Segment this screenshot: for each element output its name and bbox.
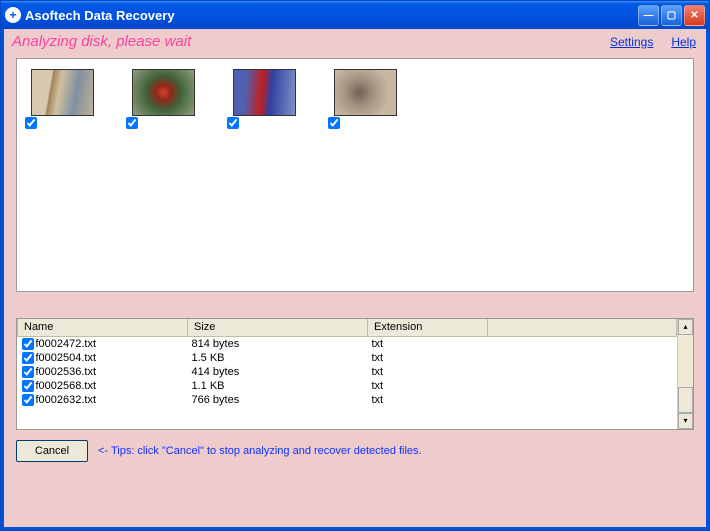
scroll-thumb[interactable]: [678, 387, 693, 413]
file-size: 766 bytes: [188, 393, 368, 407]
table-header-row: Name Size Extension: [18, 319, 677, 336]
thumbnail-image[interactable]: [132, 69, 195, 116]
thumbnail-item[interactable]: [334, 69, 397, 116]
thumbnail-checkbox[interactable]: [25, 117, 37, 132]
cancel-button[interactable]: Cancel: [16, 440, 88, 462]
table-row[interactable]: f0002504.txt 1.5 KBtxt: [18, 351, 677, 365]
thumbnails-row: [21, 69, 689, 116]
thumbnail-image[interactable]: [233, 69, 296, 116]
table-row[interactable]: f0002632.txt 766 bytestxt: [18, 393, 677, 407]
window-controls: — ▢ ✕: [638, 5, 705, 26]
file-name: f0002504.txt: [36, 352, 97, 364]
scrollbar[interactable]: ▴ ▾: [677, 319, 693, 429]
file-name: f0002536.txt: [36, 366, 97, 378]
app-window: + Asoftech Data Recovery — ▢ ✕ Analyzing…: [0, 0, 710, 531]
thumbnail-item[interactable]: [132, 69, 195, 116]
header-row: Analyzing disk, please wait Settings Hel…: [4, 29, 706, 52]
minimize-button[interactable]: —: [638, 5, 659, 26]
file-checkbox[interactable]: [22, 394, 34, 406]
file-ext: txt: [368, 393, 488, 407]
column-extension[interactable]: Extension: [368, 319, 488, 336]
file-ext: txt: [368, 336, 488, 351]
file-checkbox[interactable]: [22, 380, 34, 392]
file-checkbox[interactable]: [22, 352, 34, 364]
maximize-button[interactable]: ▢: [661, 5, 682, 26]
close-button[interactable]: ✕: [684, 5, 705, 26]
file-size: 814 bytes: [188, 336, 368, 351]
files-panel: Name Size Extension f0002472.txt 814 byte…: [16, 318, 694, 430]
thumbnail-checkbox[interactable]: [227, 117, 239, 132]
file-checkbox[interactable]: [22, 338, 34, 350]
scroll-down-button[interactable]: ▾: [678, 413, 693, 429]
file-size: 1.1 KB: [188, 379, 368, 393]
file-name: f0002568.txt: [36, 380, 97, 392]
thumbnail-item[interactable]: [233, 69, 296, 116]
table-row[interactable]: f0002536.txt 414 bytestxt: [18, 365, 677, 379]
client-area: Analyzing disk, please wait Settings Hel…: [1, 29, 709, 530]
scroll-up-button[interactable]: ▴: [678, 319, 693, 335]
table-row[interactable]: f0002568.txt 1.1 KBtxt: [18, 379, 677, 393]
table-row[interactable]: f0002472.txt 814 bytestxt: [18, 336, 677, 351]
thumbnail-checkbox[interactable]: [126, 117, 138, 132]
file-name: f0002632.txt: [36, 394, 97, 406]
scroll-track[interactable]: [678, 335, 693, 413]
thumbnails-panel: [16, 58, 694, 292]
footer: Cancel <- Tips: click "Cancel" to stop a…: [16, 440, 694, 462]
thumbnail-image[interactable]: [31, 69, 94, 116]
column-size[interactable]: Size: [188, 319, 368, 336]
app-icon: +: [5, 7, 21, 23]
file-ext: txt: [368, 379, 488, 393]
files-table: Name Size Extension f0002472.txt 814 byte…: [17, 319, 677, 407]
status-text: Analyzing disk, please wait: [12, 33, 592, 50]
column-name[interactable]: Name: [18, 319, 188, 336]
file-name: f0002472.txt: [36, 338, 97, 350]
file-size: 414 bytes: [188, 365, 368, 379]
titlebar[interactable]: + Asoftech Data Recovery — ▢ ✕: [1, 1, 709, 29]
file-size: 1.5 KB: [188, 351, 368, 365]
help-link[interactable]: Help: [671, 35, 696, 49]
files-scroll: Name Size Extension f0002472.txt 814 byte…: [17, 319, 693, 429]
column-spacer: [488, 319, 677, 336]
file-ext: txt: [368, 365, 488, 379]
thumbnail-item[interactable]: [31, 69, 94, 116]
tips-text: <- Tips: click "Cancel" to stop analyzin…: [98, 445, 422, 457]
thumbnail-image[interactable]: [334, 69, 397, 116]
thumbnail-checkbox[interactable]: [328, 117, 340, 132]
window-title: Asoftech Data Recovery: [25, 8, 638, 23]
file-ext: txt: [368, 351, 488, 365]
settings-link[interactable]: Settings: [610, 35, 653, 49]
file-checkbox[interactable]: [22, 366, 34, 378]
